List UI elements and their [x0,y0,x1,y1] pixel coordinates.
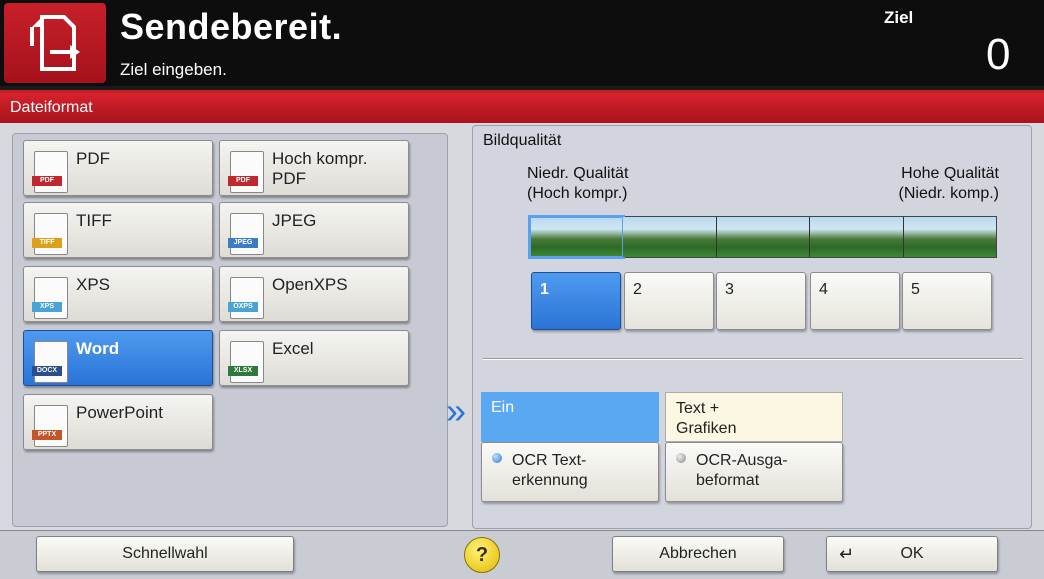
quality-level-button-2[interactable]: 2 [624,272,714,330]
ocr-text-recognition-button[interactable]: OCR Text- erkennung [481,442,659,502]
quality-preview-strip [527,215,997,259]
divider [483,358,1023,360]
inactive-indicator-icon [676,453,686,463]
quality-preview-image-4 [810,217,904,257]
quality-level-button-3[interactable]: 3 [716,272,806,330]
send-status-icon-box [4,3,106,83]
format-label: PowerPoint [76,403,163,422]
cancel-button[interactable]: Abbrechen [612,536,784,572]
format-label: JPEG [272,211,317,230]
format-label: Excel [272,339,314,358]
format-button-powerpoint[interactable]: PPTX PowerPoint [23,394,213,450]
quality-preview-image-1 [527,215,626,259]
status-subtitle: Ziel eingeben. [120,60,227,79]
jpeg-file-icon: JPEG [228,213,264,255]
status-title: Sendebereit. [120,6,343,47]
file-format-panel: Dateiformat PDF PDF PDF Hoch kompr. PDF … [0,90,1044,533]
active-indicator-icon [492,453,502,463]
format-label: OpenXPS [272,275,348,294]
format-button-jpeg[interactable]: JPEG JPEG [219,202,409,258]
compressed-pdf-file-icon: PDF [228,151,264,193]
format-label: Word [76,339,120,358]
quality-preview-image-2 [623,217,717,257]
format-label: Hoch kompr. PDF [272,149,368,188]
footer-bar: Schnellwahl ? Abbrechen ↵ OK [0,530,1044,579]
quality-level-button-5[interactable]: 5 [902,272,992,330]
tiff-file-icon: TIFF [32,213,68,255]
send-document-icon [30,15,80,71]
ocr-text-recognition-status: Ein [481,392,659,442]
format-button-excel[interactable]: XLSX Excel [219,330,409,386]
image-quality-area: Bildqualität Niedr. Qualität (Hoch kompr… [472,125,1032,529]
ok-label: OK [900,545,924,562]
image-quality-title: Bildqualität [483,132,562,149]
ok-button[interactable]: ↵ OK [826,536,998,572]
low-quality-label: Niedr. Qualität (Hoch kompr.) [527,165,629,202]
ocr-text-recognition-label: OCR Text- erkennung [512,452,588,489]
quick-dial-button[interactable]: Schnellwahl [36,536,294,572]
format-list: PDF PDF PDF Hoch kompr. PDF TIFF TIFF JP… [12,133,448,527]
ocr-output-format-button[interactable]: OCR-Ausga- beformat [665,442,843,502]
ocr-output-format-status: Text + Grafiken [665,392,843,442]
format-button-openxps[interactable]: OXPS OpenXPS [219,266,409,322]
format-label: PDF [76,149,110,168]
high-quality-label: Hohe Qualität (Niedr. komp.) [898,165,999,202]
word-file-icon: DOCX [32,341,68,383]
format-button-tiff[interactable]: TIFF TIFF [23,202,213,258]
pdf-file-icon: PDF [32,151,68,193]
quality-level-button-1[interactable]: 1 [531,272,621,330]
excel-file-icon: XLSX [228,341,264,383]
quality-preview-image-5 [903,217,997,257]
quality-level-button-4[interactable]: 4 [810,272,900,330]
format-label: XPS [76,275,111,294]
quality-preview-image-3 [716,217,811,257]
section-title: Dateiformat [0,93,1044,123]
format-label: TIFF [76,211,112,230]
enter-icon: ↵ [839,544,855,564]
format-button-word[interactable]: DOCX Word [23,330,213,386]
powerpoint-file-icon: PPTX [32,405,68,447]
destination-label: Ziel [884,8,914,27]
help-icon[interactable]: ? [464,537,500,573]
double-chevron-right-icon: » [446,390,467,431]
format-button-xps[interactable]: XPS XPS [23,266,213,322]
header-bar: Sendebereit. Ziel eingeben. Ziel 0 [0,0,1044,86]
format-button-pdf[interactable]: PDF PDF [23,140,213,196]
format-button-high-compression-pdf[interactable]: PDF Hoch kompr. PDF [219,140,409,196]
openxps-file-icon: OXPS [228,277,264,319]
ocr-output-format-label: OCR-Ausga- beformat [696,452,788,489]
destination-count: 0 [986,30,1011,79]
xps-file-icon: XPS [32,277,68,319]
